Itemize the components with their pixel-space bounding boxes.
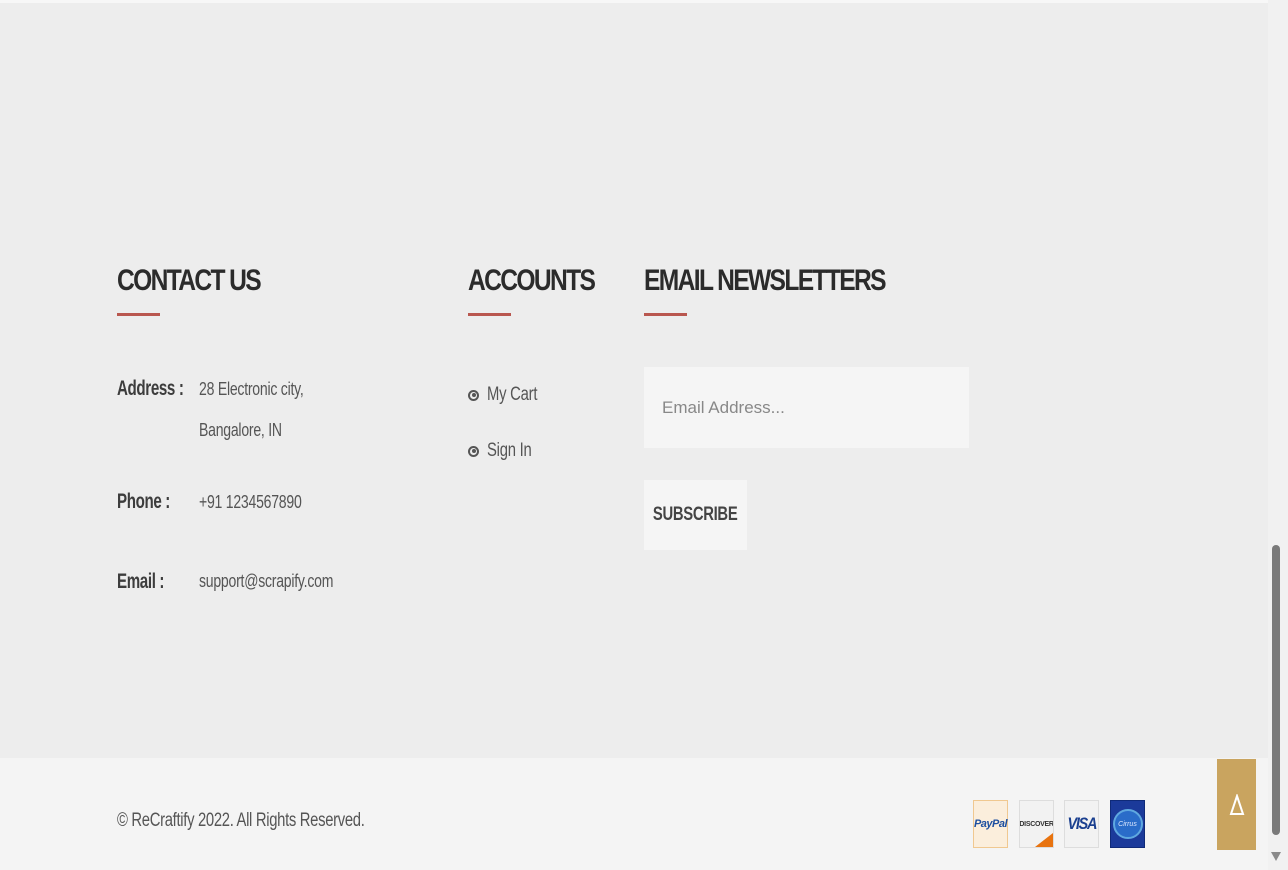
contact-title: CONTACT US bbox=[117, 264, 262, 297]
cirrus-circle: Cirrus bbox=[1112, 809, 1143, 839]
scrollbar-thumb[interactable] bbox=[1272, 545, 1280, 835]
arrow-up-icon bbox=[1229, 793, 1244, 815]
address-line1: 28 Electronic city, bbox=[199, 379, 304, 399]
paypal-icon: PayPal bbox=[973, 800, 1008, 848]
accounts-item-my-cart[interactable]: My Cart bbox=[468, 384, 551, 406]
phone-value: +91 1234567890 bbox=[199, 492, 302, 512]
visa-logo-text: VISA bbox=[1067, 814, 1097, 833]
email-value: support@scrapify.com bbox=[199, 571, 334, 591]
email-label: Email : bbox=[117, 570, 165, 593]
newsletter-title: EMAIL NEWSLETTERS bbox=[644, 264, 887, 297]
newsletter-title-underline bbox=[644, 313, 687, 316]
back-to-top-button[interactable] bbox=[1217, 759, 1256, 850]
phone-label: Phone : bbox=[117, 490, 170, 513]
bullet-icon bbox=[468, 445, 479, 457]
cirrus-logo-text: Cirrus bbox=[1118, 820, 1137, 828]
accounts-item-label[interactable]: My Cart bbox=[487, 384, 537, 406]
contact-title-underline bbox=[117, 313, 160, 316]
address-line2: Bangalore, IN bbox=[199, 420, 282, 440]
scroll-down-arrow-icon[interactable] bbox=[1271, 852, 1281, 861]
paypal-logo-text: PayPal bbox=[973, 818, 1008, 830]
newsletter-email-input[interactable] bbox=[644, 367, 969, 448]
address-label: Address : bbox=[117, 377, 184, 400]
subscribe-button-label: SUBSCRIBE bbox=[653, 504, 738, 525]
copyright-text: © ReCraftify 2022. All Rights Reserved. bbox=[117, 810, 365, 831]
accounts-title: ACCOUNTS bbox=[468, 264, 596, 297]
accounts-item-sign-in[interactable]: Sign In bbox=[468, 440, 544, 462]
footer-main bbox=[0, 3, 1268, 758]
discover-corner bbox=[1035, 833, 1053, 847]
subscribe-button[interactable]: SUBSCRIBE bbox=[644, 480, 747, 550]
discover-logo-text: DISCOVER bbox=[1019, 820, 1054, 828]
discover-icon: DISCOVER bbox=[1019, 800, 1054, 848]
visa-icon: VISA bbox=[1064, 800, 1099, 848]
bullet-icon bbox=[468, 389, 479, 401]
accounts-title-underline bbox=[468, 313, 511, 316]
cirrus-icon: Cirrus bbox=[1110, 800, 1145, 848]
page: CONTACT US Address : 28 Electronic city,… bbox=[0, 0, 1288, 870]
accounts-item-label[interactable]: Sign In bbox=[487, 440, 532, 462]
